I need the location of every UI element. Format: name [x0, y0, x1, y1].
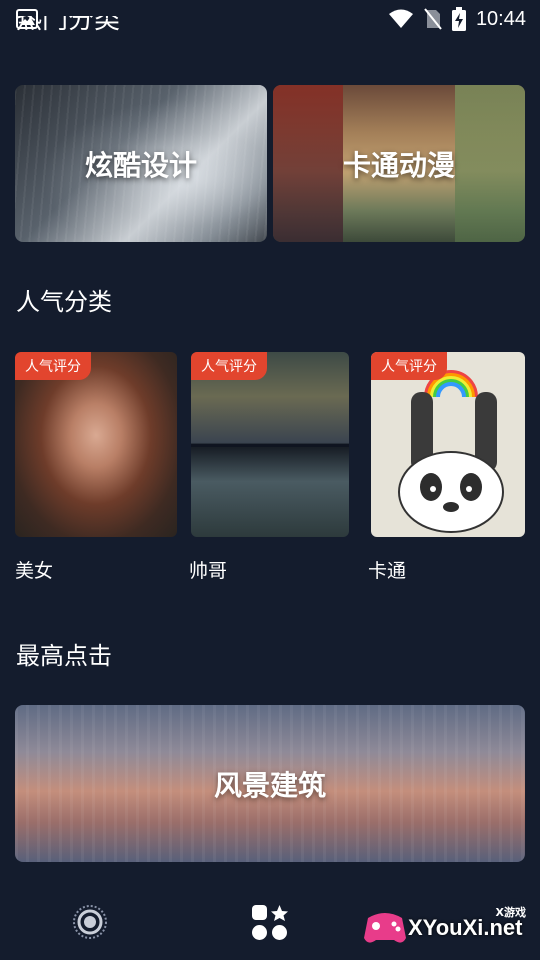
banner-scenery-architecture[interactable]: 风景建筑: [15, 705, 525, 862]
featured-card-cartoon-anime[interactable]: 卡通动漫: [273, 85, 525, 242]
rating-badge: 人气评分: [371, 352, 447, 380]
tile-caption-beauty: 美女: [15, 560, 54, 582]
popular-tile-handsome[interactable]: 人气评分: [191, 352, 349, 537]
clock-time: 10:44: [475, 7, 526, 30]
rating-badge: 人气评分: [15, 352, 91, 380]
wallpaper-icon[interactable]: [72, 904, 108, 940]
popular-tile-beauty[interactable]: 人气评分: [15, 352, 177, 537]
tile-caption-cartoon: 卡通: [368, 560, 407, 582]
most-clicked-title: 最高点击: [16, 642, 112, 670]
rating-badge: 人气评分: [191, 352, 267, 380]
wifi-icon: [388, 9, 414, 29]
site-watermark: XYouXi.net X游戏: [362, 902, 532, 954]
battery-charging-icon: [451, 7, 466, 31]
featured-card-label: 炫酷设计: [84, 148, 197, 182]
popular-tile-cartoon[interactable]: 人气评分: [371, 352, 525, 537]
featured-card-cool-design[interactable]: 炫酷设计: [15, 85, 267, 242]
popular-category-title: 人气分类: [16, 288, 112, 316]
no-sim-icon: [424, 8, 442, 30]
featured-card-label: 卡通动漫: [342, 148, 455, 182]
banner-label: 风景建筑: [213, 768, 326, 802]
hot-category-title: 热门分类: [16, 16, 121, 35]
gamepad-icon: [362, 908, 408, 948]
tile-caption-handsome: 帅哥: [189, 560, 228, 582]
watermark-small-text: X游戏: [495, 906, 526, 919]
categories-icon[interactable]: [251, 904, 289, 942]
